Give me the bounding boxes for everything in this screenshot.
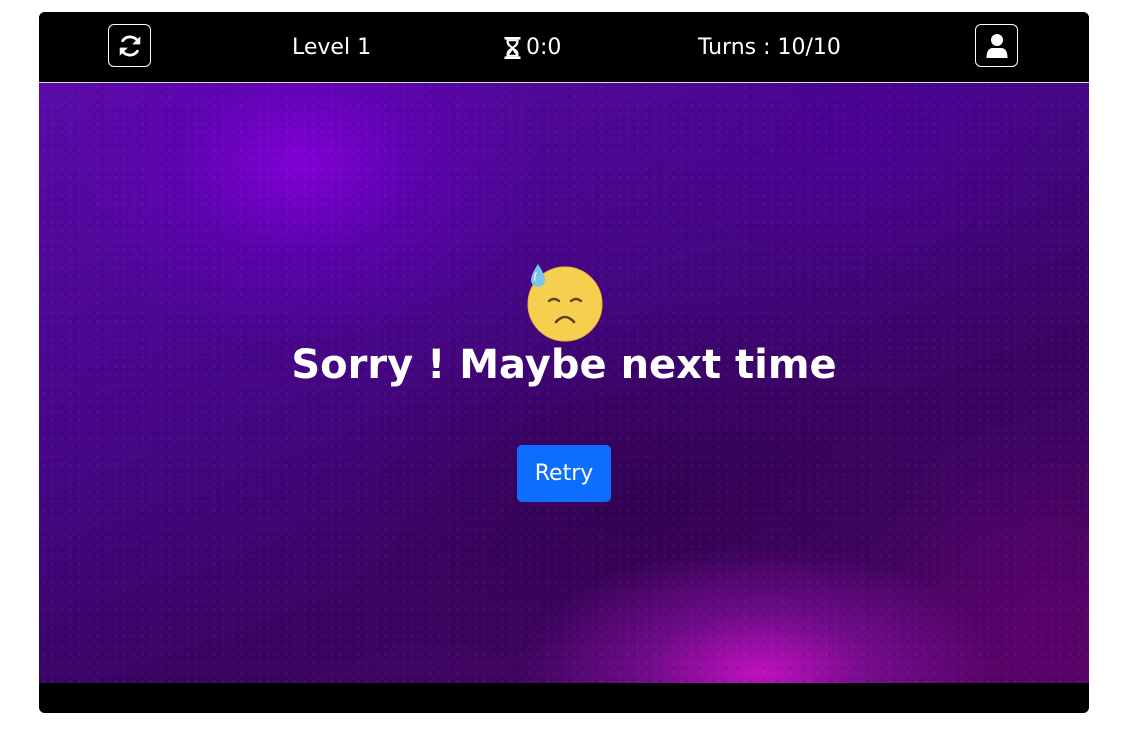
timer: 0:0 (504, 35, 561, 61)
retry-button[interactable]: Retry (517, 445, 611, 502)
profile-button[interactable] (975, 24, 1018, 67)
turns-counter: Turns : 10/10 (698, 35, 841, 60)
top-bar: Level 1 0:0 Turns : 10/10 (39, 12, 1089, 83)
user-icon (986, 33, 1007, 58)
result-panel: Sorry ! Maybe next time Retry (39, 83, 1089, 683)
game-board: Sorry ! Maybe next time Retry (39, 83, 1089, 683)
hourglass-icon (504, 37, 521, 59)
level-label: Level 1 (292, 35, 372, 60)
restart-button[interactable] (108, 24, 151, 67)
bottom-bar (39, 683, 1089, 713)
result-message: Sorry ! Maybe next time (291, 342, 837, 388)
sad-but-relieved-face-icon (527, 264, 603, 342)
timer-value: 0:0 (526, 35, 562, 60)
game-frame: Level 1 0:0 Turns : 10/10 Sorry ! Maybe … (39, 12, 1089, 713)
restart-icon (119, 35, 140, 56)
